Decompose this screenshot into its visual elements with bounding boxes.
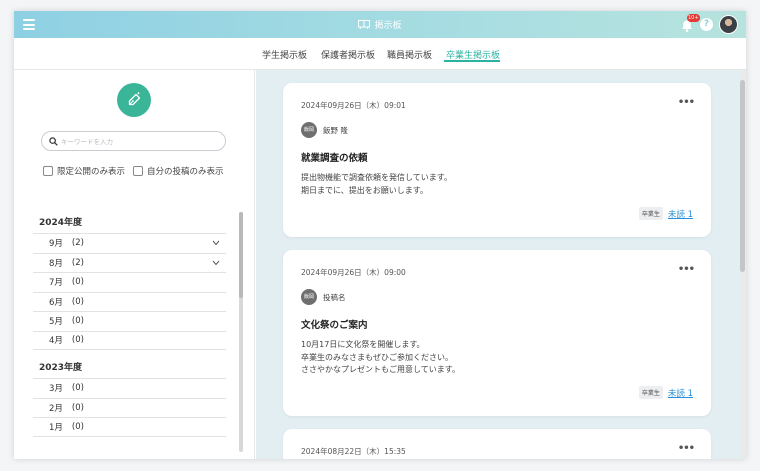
month-label: 2月 bbox=[49, 403, 63, 414]
chevron-down-icon[interactable] bbox=[212, 260, 220, 266]
post-list: 2024年09月26日（木）09:01 ••• 飯岡 飯野 隆 就業調査の依頼 … bbox=[256, 70, 746, 459]
search-input[interactable] bbox=[61, 135, 216, 148]
month-label: 9月 bbox=[49, 239, 63, 250]
limited-public-checkbox[interactable] bbox=[43, 166, 53, 176]
archive-month-item[interactable]: 3月 (0) bbox=[33, 378, 226, 398]
chevron-down-icon[interactable] bbox=[212, 240, 220, 246]
search-box bbox=[41, 131, 226, 151]
unread-count-link[interactable]: 未読 1 bbox=[668, 387, 693, 399]
post-title: 就業調査の依頼 bbox=[301, 153, 368, 164]
limited-public-filter[interactable]: 限定公開のみ表示 bbox=[43, 165, 125, 177]
audience-tag: 卒業生 bbox=[638, 207, 663, 220]
more-options-icon[interactable]: ••• bbox=[678, 97, 695, 108]
month-label: 1月 bbox=[49, 422, 63, 433]
archive-month-item[interactable]: 8月 (2) bbox=[33, 252, 226, 273]
month-count: (2) bbox=[71, 257, 84, 268]
unread-count-link[interactable]: 未読 1 bbox=[668, 208, 693, 220]
post-body-line: 提出物機能で調査依頼を発信しています。 bbox=[301, 173, 452, 182]
user-avatar[interactable] bbox=[719, 15, 738, 34]
month-label: 4月 bbox=[49, 336, 63, 347]
archive-month-item[interactable]: 2月 (0) bbox=[33, 397, 226, 418]
new-post-button[interactable] bbox=[117, 83, 151, 117]
own-posts-label: 自分の投稿のみ表示 bbox=[147, 167, 224, 177]
tab-guardian-board[interactable]: 保護者掲示板 bbox=[321, 48, 375, 61]
search-icon bbox=[49, 137, 58, 146]
post-title: 文化祭のご案内 bbox=[301, 320, 368, 331]
archive-month-item[interactable]: 1月 (0) bbox=[33, 417, 226, 437]
active-tab-indicator bbox=[444, 60, 500, 62]
month-label: 6月 bbox=[49, 297, 63, 308]
post-date: 2024年08月22日（木）15:35 bbox=[301, 447, 406, 456]
post-body-line: 期日までに、提出をお願いします。 bbox=[301, 185, 428, 195]
post-body-line: ささやかなプレゼントもご用意しています。 bbox=[301, 365, 460, 374]
app-title: 掲示板 bbox=[14, 11, 746, 38]
post-card[interactable]: 2024年08月22日（木）15:35 ••• bbox=[283, 429, 711, 459]
month-count: (0) bbox=[71, 383, 84, 394]
post-body-line: 卒業生のみなさまもぜひご参加ください。 bbox=[301, 352, 453, 362]
post-body: 提出物機能で調査依頼を発信しています。 期日までに、提出をお願いします。 bbox=[301, 172, 452, 197]
author-avatar: 飯岡 bbox=[301, 122, 317, 138]
top-bar: 掲示板 10+ ? bbox=[14, 11, 746, 38]
help-button[interactable]: ? bbox=[700, 18, 713, 31]
pen-icon bbox=[128, 92, 141, 106]
post-date: 2024年09月26日（木）09:00 bbox=[301, 268, 406, 277]
month-count: (0) bbox=[71, 402, 84, 413]
sidebar-scrollbar-thumb[interactable] bbox=[239, 212, 243, 298]
post-body-line: 10月17日に文化祭を開催します。 bbox=[301, 340, 425, 349]
limited-public-label: 限定公開のみ表示 bbox=[57, 167, 126, 177]
post-body: 10月17日に文化祭を開催します。 卒業生のみなさまもぜひご参加ください。 ささ… bbox=[301, 339, 460, 377]
own-posts-filter[interactable]: 自分の投稿のみ表示 bbox=[133, 165, 224, 177]
month-label: 8月 bbox=[49, 258, 63, 269]
post-card[interactable]: 2024年09月26日（木）09:00 ••• 飯岡 投稿名 文化祭のご案内 1… bbox=[283, 250, 711, 416]
archive-year: 2024年度 bbox=[39, 218, 83, 228]
notification-badge: 10+ bbox=[687, 13, 700, 22]
more-options-icon[interactable]: ••• bbox=[678, 264, 695, 275]
archive-month-item[interactable]: 6月 (0) bbox=[33, 291, 226, 312]
app-window: 掲示板 10+ ? 学生掲示板 保護者掲示板 職員掲示板 卒業生掲示板 キーワー… bbox=[14, 11, 746, 459]
archive-month-item[interactable]: 7月 (0) bbox=[33, 272, 226, 292]
month-label: 5月 bbox=[49, 317, 63, 328]
archive-year: 2023年度 bbox=[39, 363, 83, 373]
author-name: 投稿名 bbox=[323, 292, 346, 302]
post-card[interactable]: 2024年09月26日（木）09:01 ••• 飯岡 飯野 隆 就業調査の依頼 … bbox=[283, 83, 711, 237]
archive-month-item[interactable]: 5月 (0) bbox=[33, 311, 226, 331]
own-posts-checkbox[interactable] bbox=[133, 166, 144, 176]
month-label: 7月 bbox=[49, 278, 63, 289]
archive-month-item[interactable]: 4月 (0) bbox=[33, 330, 226, 350]
archive-list: 2024年度 9月 (2) 8月 (2) 7月 (0) 6月 (0) 5月 (0… bbox=[33, 215, 226, 437]
notification-button[interactable]: 10+ bbox=[680, 13, 700, 32]
app-title-text: 掲示板 bbox=[374, 21, 402, 31]
month-count: (0) bbox=[71, 335, 84, 346]
more-options-icon[interactable]: ••• bbox=[678, 443, 695, 454]
tab-student-board[interactable]: 学生掲示板 bbox=[262, 48, 307, 61]
author-name: 飯野 隆 bbox=[323, 125, 348, 135]
month-count: (0) bbox=[71, 316, 84, 327]
month-count: (0) bbox=[71, 296, 84, 307]
month-count: (0) bbox=[71, 277, 84, 288]
author-avatar: 飯岡 bbox=[301, 289, 317, 305]
main-scrollbar-thumb[interactable] bbox=[740, 80, 745, 272]
tab-staff-board[interactable]: 職員掲示板 bbox=[387, 48, 432, 61]
board-tabs: 学生掲示板 保護者掲示板 職員掲示板 卒業生掲示板 bbox=[14, 38, 746, 70]
post-date: 2024年09月26日（木）09:01 bbox=[301, 101, 406, 110]
month-count: (2) bbox=[71, 238, 84, 249]
bulletin-board-icon bbox=[358, 20, 371, 29]
month-count: (0) bbox=[71, 421, 84, 432]
audience-tag: 卒業生 bbox=[638, 386, 663, 399]
archive-month-item[interactable]: 9月 (2) bbox=[33, 233, 226, 253]
sidebar: 限定公開のみ表示 自分の投稿のみ表示 2024年度 9月 (2) 8月 (2) … bbox=[14, 70, 255, 459]
month-label: 3月 bbox=[49, 384, 63, 395]
